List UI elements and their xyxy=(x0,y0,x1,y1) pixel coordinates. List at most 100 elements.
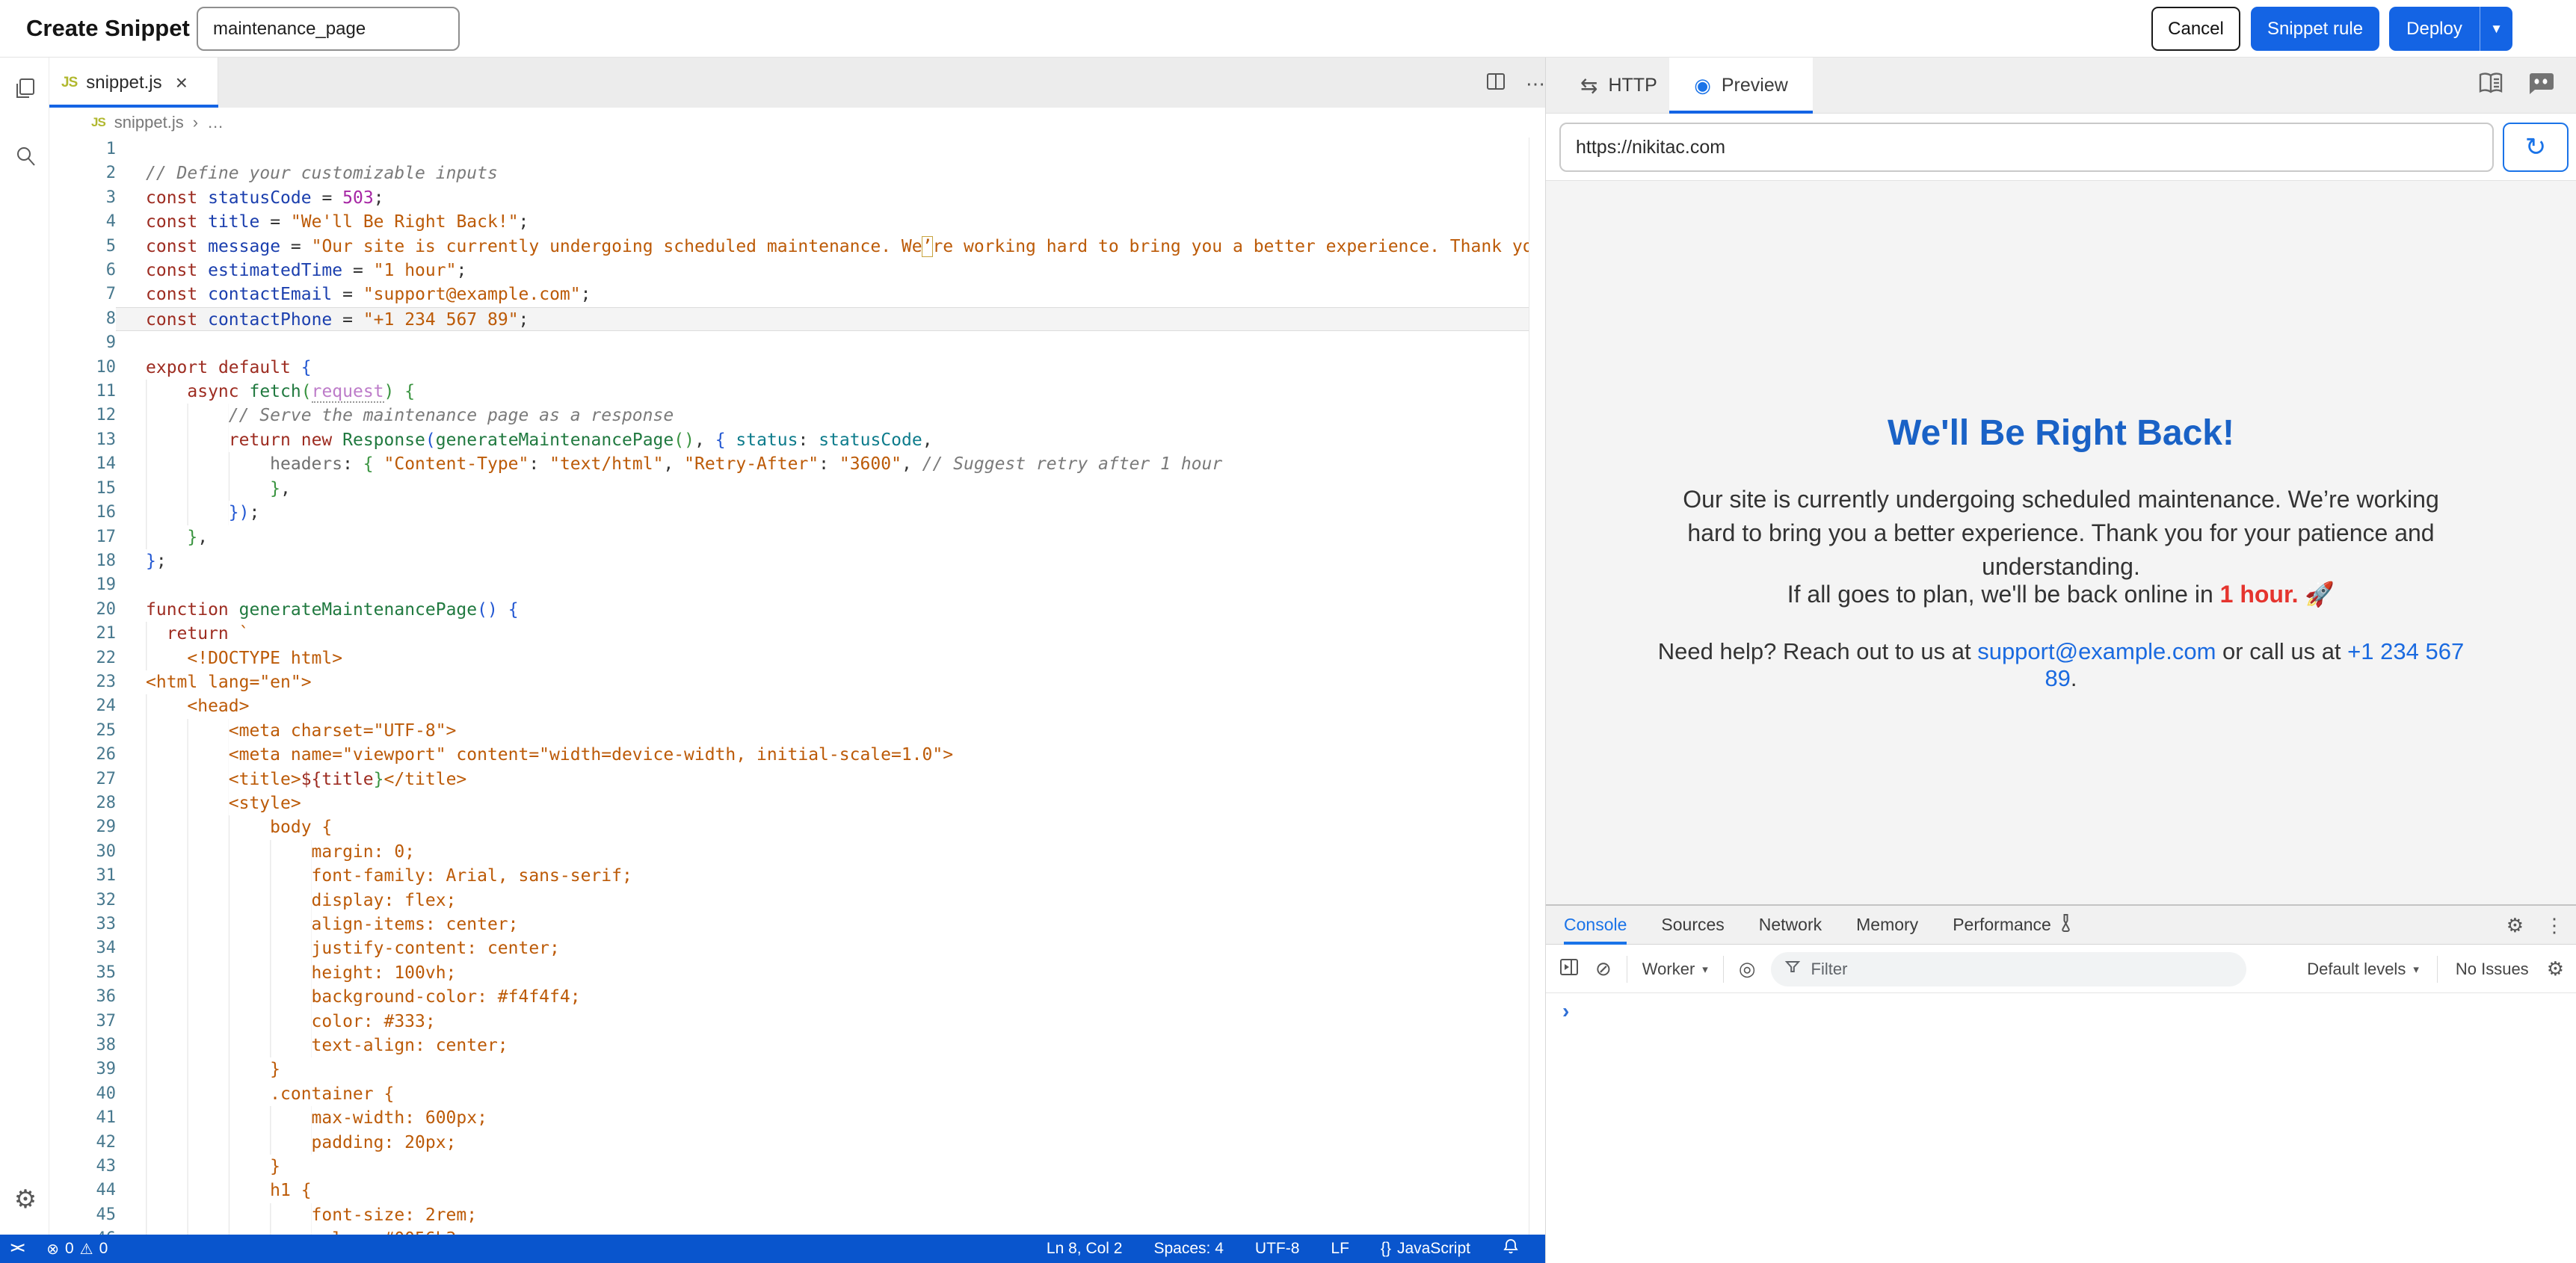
line-content[interactable]: font-family: Arial, sans-serif; xyxy=(116,864,1529,888)
line-number[interactable]: 37 xyxy=(49,1010,116,1034)
line-content[interactable]: // Serve the maintenance page as a respo… xyxy=(116,404,1529,427)
code-line[interactable]: 42padding: 20px; xyxy=(49,1131,1529,1155)
code-line[interactable]: 27<title>${title}</title> xyxy=(49,768,1529,791)
code-line[interactable]: 28<style> xyxy=(49,791,1529,815)
devtools-tab-performance[interactable]: Performance xyxy=(1953,906,2075,945)
line-number[interactable]: 32 xyxy=(49,889,116,912)
line-content[interactable]: font-size: 2rem; xyxy=(116,1203,1529,1227)
line-number[interactable]: 22 xyxy=(49,646,116,670)
code-line[interactable]: 22<!DOCTYPE html> xyxy=(49,646,1529,670)
snippet-name-input[interactable] xyxy=(197,7,460,51)
line-number[interactable]: 13 xyxy=(49,428,116,452)
line-content[interactable]: const message = "Our site is currently u… xyxy=(116,235,1529,259)
line-content[interactable]: const contactPhone = "+1 234 567 89"; xyxy=(116,307,1529,331)
line-content[interactable]: }; xyxy=(116,549,1529,573)
code-line[interactable]: 40.container { xyxy=(49,1082,1529,1106)
line-number[interactable]: 11 xyxy=(49,380,116,404)
code-line[interactable]: 31font-family: Arial, sans-serif; xyxy=(49,864,1529,888)
split-editor-icon[interactable] xyxy=(1485,71,1506,97)
code-line[interactable]: 7const contactEmail = "support@example.c… xyxy=(49,282,1529,306)
line-content[interactable]: <meta charset="UTF-8"> xyxy=(116,719,1529,743)
line-number[interactable]: 27 xyxy=(49,768,116,791)
line-content[interactable]: background-color: #f4f4f4; xyxy=(116,985,1529,1009)
line-content[interactable] xyxy=(116,573,1529,597)
more-actions-icon[interactable]: ⋯ xyxy=(1526,72,1545,96)
breadcrumb-more[interactable]: … xyxy=(207,113,224,132)
refresh-button[interactable]: ↻ xyxy=(2503,123,2569,172)
cancel-button[interactable]: Cancel xyxy=(2151,7,2240,51)
language-mode[interactable]: {} JavaScript xyxy=(1381,1240,1470,1258)
code-line[interactable]: 39} xyxy=(49,1057,1529,1081)
line-number[interactable]: 5 xyxy=(49,235,116,259)
code-line[interactable]: 19 xyxy=(49,573,1529,597)
line-number[interactable]: 25 xyxy=(49,719,116,743)
eol-sequence[interactable]: LF xyxy=(1331,1240,1349,1258)
line-number[interactable]: 42 xyxy=(49,1131,116,1155)
tab-preview[interactable]: ◉ Preview xyxy=(1669,58,1813,114)
code-line[interactable]: 12// Serve the maintenance page as a res… xyxy=(49,404,1529,427)
line-content[interactable]: return ` xyxy=(116,622,1529,646)
line-number[interactable]: 7 xyxy=(49,282,116,306)
tab-http[interactable]: ⇆ HTTP xyxy=(1570,58,1668,114)
line-content[interactable] xyxy=(116,331,1529,355)
code-line[interactable]: 13return new Response(generateMaintenanc… xyxy=(49,428,1529,452)
line-number[interactable]: 18 xyxy=(49,549,116,573)
line-content[interactable]: }); xyxy=(116,501,1529,525)
code-line[interactable]: 2// Define your customizable inputs xyxy=(49,161,1529,185)
remote-indicator-icon[interactable]: >< xyxy=(10,1241,22,1257)
devtools-tab-network[interactable]: Network xyxy=(1759,906,1822,945)
line-number[interactable]: 9 xyxy=(49,331,116,355)
code-line[interactable]: 1 xyxy=(49,138,1529,161)
code-line[interactable]: 10export default { xyxy=(49,356,1529,380)
line-number[interactable]: 44 xyxy=(49,1179,116,1202)
code-line[interactable]: 14headers: { "Content-Type": "text/html"… xyxy=(49,452,1529,476)
code-line[interactable]: 43} xyxy=(49,1155,1529,1179)
line-number[interactable]: 2 xyxy=(49,161,116,185)
code-line[interactable]: 20function generateMaintenancePage() { xyxy=(49,598,1529,622)
line-number[interactable]: 16 xyxy=(49,501,116,525)
line-content[interactable]: max-width: 600px; xyxy=(116,1106,1529,1130)
line-number[interactable]: 6 xyxy=(49,259,116,282)
code-line[interactable]: 18}; xyxy=(49,549,1529,573)
code-line[interactable]: 34justify-content: center; xyxy=(49,936,1529,960)
line-content[interactable]: <meta name="viewport" content="width=dev… xyxy=(116,743,1529,767)
line-number[interactable]: 31 xyxy=(49,864,116,888)
line-number[interactable]: 45 xyxy=(49,1203,116,1227)
line-number[interactable]: 41 xyxy=(49,1106,116,1130)
breadcrumb[interactable]: JS snippet.js › … xyxy=(49,108,1545,138)
line-content[interactable]: const estimatedTime = "1 hour"; xyxy=(116,259,1529,282)
problems-indicator[interactable]: ⊗ 0 ⚠ 0 xyxy=(46,1240,108,1259)
code-line[interactable]: 5const message = "Our site is currently … xyxy=(49,235,1529,259)
code-line[interactable]: 41max-width: 600px; xyxy=(49,1106,1529,1130)
docs-book-icon[interactable] xyxy=(2477,71,2504,100)
line-content[interactable]: body { xyxy=(116,815,1529,839)
line-content[interactable]: export default { xyxy=(116,356,1529,380)
close-icon[interactable]: × xyxy=(176,71,188,95)
code-line[interactable]: 26<meta name="viewport" content="width=d… xyxy=(49,743,1529,767)
breadcrumb-file[interactable]: snippet.js xyxy=(114,113,184,132)
line-number[interactable]: 4 xyxy=(49,210,116,234)
line-content[interactable]: margin: 0; xyxy=(116,840,1529,864)
code-line[interactable]: 6const estimatedTime = "1 hour"; xyxy=(49,259,1529,282)
line-content[interactable]: const statusCode = 503; xyxy=(116,186,1529,210)
files-icon[interactable] xyxy=(10,74,40,104)
line-content[interactable]: }, xyxy=(116,525,1529,549)
code-line[interactable]: 24<head> xyxy=(49,694,1529,718)
notifications-bell-icon[interactable] xyxy=(1502,1238,1520,1260)
line-content[interactable]: // Define your customizable inputs xyxy=(116,161,1529,185)
code-line[interactable]: 36background-color: #f4f4f4; xyxy=(49,985,1529,1009)
line-number[interactable]: 15 xyxy=(49,477,116,501)
line-number[interactable]: 19 xyxy=(49,573,116,597)
code-editor[interactable]: 12// Define your customizable inputs3con… xyxy=(49,138,1529,1235)
line-content[interactable]: .container { xyxy=(116,1082,1529,1106)
default-levels-dropdown[interactable]: Default levels▾ xyxy=(2307,960,2419,979)
editor-scrollbar[interactable] xyxy=(1529,138,1545,1235)
devtools-tab-console[interactable]: Console xyxy=(1564,906,1627,945)
line-number[interactable]: 23 xyxy=(49,670,116,694)
line-content[interactable]: } xyxy=(116,1155,1529,1179)
gear-icon[interactable]: ⚙ xyxy=(2506,914,2524,937)
line-content[interactable]: padding: 20px; xyxy=(116,1131,1529,1155)
code-line[interactable]: 46color: #0056b3; xyxy=(49,1227,1529,1235)
line-content[interactable]: const title = "We'll Be Right Back!"; xyxy=(116,210,1529,234)
code-line[interactable]: 35height: 100vh; xyxy=(49,961,1529,985)
